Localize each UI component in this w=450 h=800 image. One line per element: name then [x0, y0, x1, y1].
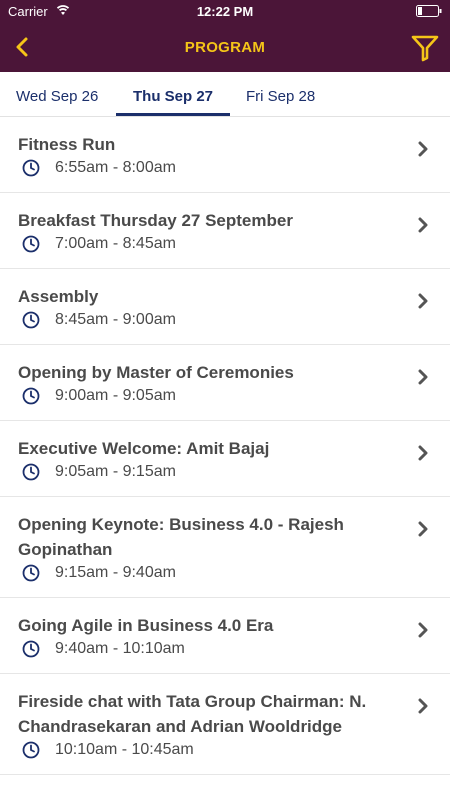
- session-row[interactable]: Opening Keynote: Business 4.0 - Rajesh G…: [0, 497, 450, 598]
- clock-icon: [22, 387, 40, 405]
- session-title: Executive Welcome: Amit Bajaj: [18, 439, 270, 458]
- session-time: 9:15am - 9:40am: [55, 564, 176, 581]
- tab-fri-sep-28[interactable]: Fri Sep 28: [246, 88, 315, 105]
- session-row[interactable]: Fitness Run 6:55am - 8:00am: [0, 117, 450, 193]
- clock-icon: [22, 311, 40, 329]
- status-time: 12:22 PM: [196, 4, 254, 19]
- session-time-line: 7:00am - 8:45am: [18, 235, 410, 253]
- status-bar: Carrier 12:22 PM: [0, 0, 450, 22]
- session-row[interactable]: Fireside chat with Tata Group Chairman: …: [0, 674, 450, 775]
- session-time: 9:05am - 9:15am: [55, 463, 176, 480]
- session-row[interactable]: Opening by Master of Ceremonies 9:00am - …: [0, 345, 450, 421]
- chevron-right-icon: [418, 445, 428, 461]
- clock-icon: [22, 159, 40, 177]
- session-time-line: 9:40am - 10:10am: [18, 640, 410, 658]
- session-time: 6:55am - 8:00am: [55, 159, 176, 176]
- session-time: 8:45am - 9:00am: [55, 311, 176, 328]
- session-row[interactable]: Executive Welcome: Amit Bajaj 9:05am - 9:…: [0, 421, 450, 497]
- chevron-right-icon: [418, 521, 428, 537]
- session-title: Breakfast Thursday 27 September: [18, 211, 293, 230]
- session-time-line: 8:45am - 9:00am: [18, 311, 410, 329]
- clock-icon: [22, 235, 40, 253]
- nav-bar: PROGRAM: [0, 22, 450, 72]
- tab-wed-sep-26[interactable]: Wed Sep 26: [16, 88, 98, 105]
- chevron-right-icon: [418, 622, 428, 638]
- chevron-right-icon: [418, 217, 428, 233]
- page-title: PROGRAM: [184, 39, 266, 56]
- session-time-line: 9:15am - 9:40am: [18, 564, 410, 582]
- session-row[interactable]: Assembly 8:45am - 9:00am: [0, 269, 450, 345]
- filter-icon[interactable]: [410, 33, 440, 63]
- session-list: Fitness Run 6:55am - 8:00am Breakfast Thur…: [0, 117, 450, 775]
- clock-icon: [22, 741, 40, 759]
- tab-thu-sep-27[interactable]: Thu Sep 27: [133, 88, 213, 105]
- clock-icon: [22, 463, 40, 481]
- session-title: Fitness Run: [18, 135, 116, 154]
- chevron-right-icon: [418, 141, 428, 157]
- battery-icon: [416, 5, 442, 17]
- clock-icon: [22, 564, 40, 582]
- session-title: Opening by Master of Ceremonies: [18, 363, 294, 382]
- session-time-line: 9:05am - 9:15am: [18, 463, 410, 481]
- day-tabs: Wed Sep 26 Thu Sep 27 Fri Sep 28: [0, 72, 450, 117]
- session-time: 9:40am - 10:10am: [55, 640, 185, 657]
- session-row[interactable]: Going Agile in Business 4.0 Era 9:40am - …: [0, 598, 450, 674]
- chevron-right-icon: [418, 369, 428, 385]
- session-time: 7:00am - 8:45am: [55, 235, 176, 252]
- session-time: 9:00am - 9:05am: [55, 387, 176, 404]
- session-row[interactable]: Breakfast Thursday 27 September 7:00am - …: [0, 193, 450, 269]
- session-time-line: 10:10am - 10:45am: [18, 741, 410, 759]
- session-time-line: 6:55am - 8:00am: [18, 159, 410, 177]
- session-title: Opening Keynote: Business 4.0 - Rajesh G…: [18, 515, 344, 559]
- session-title: Assembly: [18, 287, 99, 306]
- session-title: Fireside chat with Tata Group Chairman: …: [18, 692, 367, 736]
- session-time-line: 9:00am - 9:05am: [18, 387, 410, 405]
- chevron-right-icon: [418, 293, 428, 309]
- active-tab-indicator: [116, 113, 230, 116]
- chevron-right-icon: [418, 698, 428, 714]
- session-time: 10:10am - 10:45am: [55, 741, 194, 758]
- session-title: Going Agile in Business 4.0 Era: [18, 616, 274, 635]
- clock-icon: [22, 640, 40, 658]
